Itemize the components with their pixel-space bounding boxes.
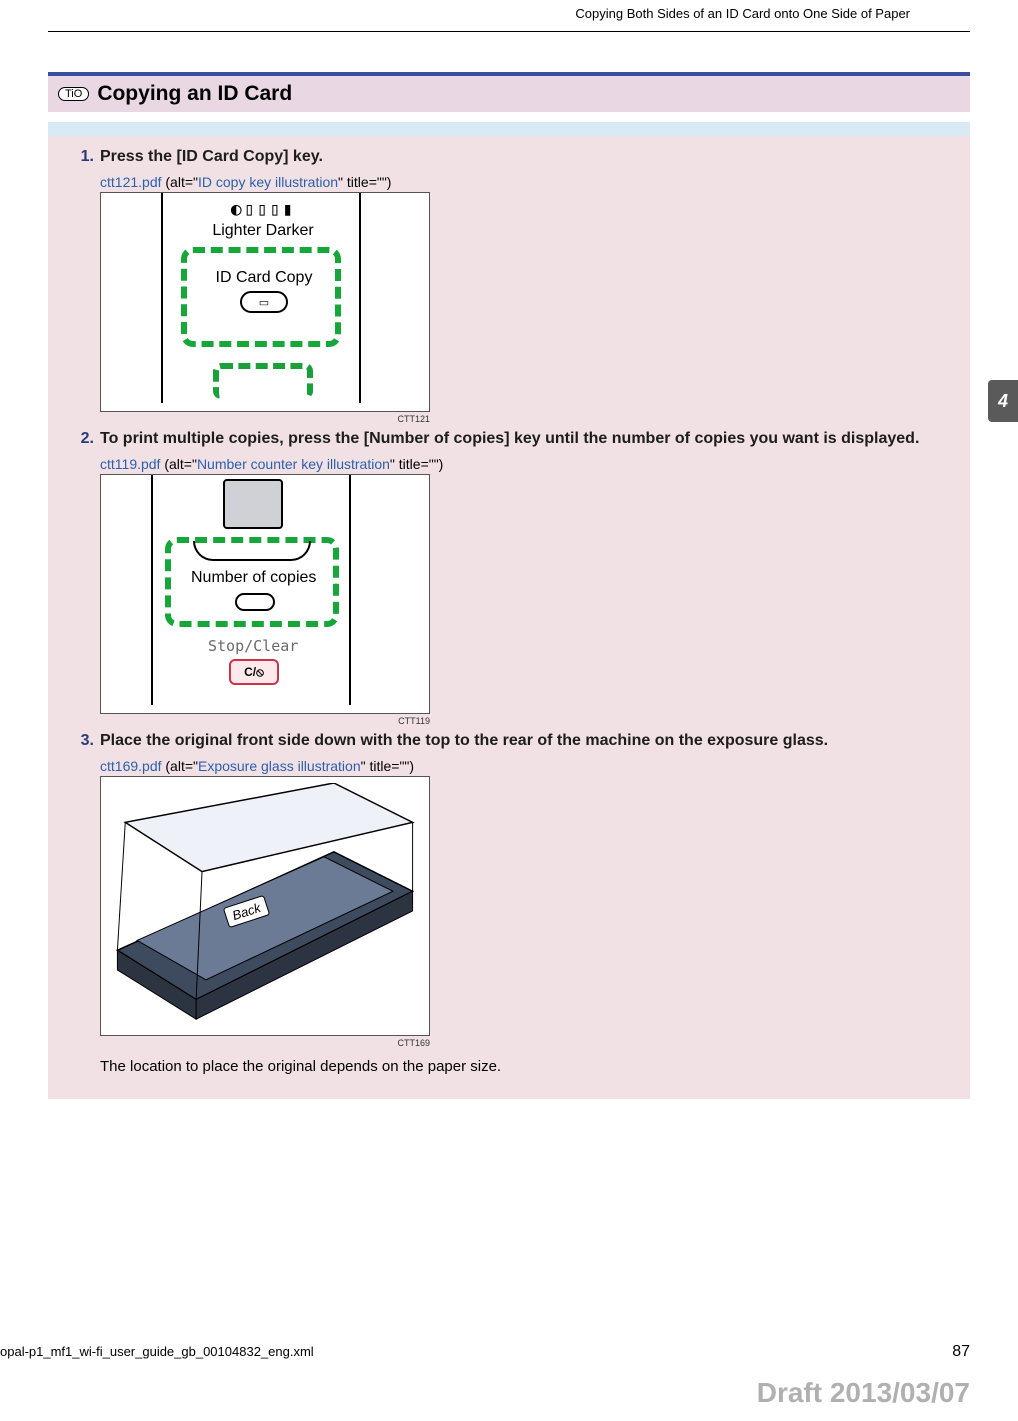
image-file-link[interactable]: ctt169.pdf bbox=[100, 758, 162, 774]
step-1: 1. Press the [ID Card Copy] key. ctt121.… bbox=[66, 148, 952, 424]
section-heading: TiO Copying an ID Card bbox=[48, 72, 970, 112]
display-screen-icon bbox=[223, 479, 283, 529]
stop-clear-label: Stop/Clear bbox=[208, 637, 298, 655]
content-area: TiO Copying an ID Card 1. Press the [ID … bbox=[0, 32, 1018, 1107]
illustration-number-of-copies: Number of copies Stop/Clear C/⦸ bbox=[100, 474, 430, 714]
partial-outline-icon bbox=[213, 363, 313, 399]
step-title: Place the original front side down with … bbox=[100, 732, 952, 750]
image-alt-text: Exposure glass illustration bbox=[198, 758, 361, 774]
separator-bar bbox=[48, 122, 970, 136]
draft-stamp: Draft 2013/03/07 bbox=[757, 1377, 970, 1409]
source-filename: opal-p1_mf1_wi-fi_user_guide_gb_00104832… bbox=[0, 1344, 314, 1359]
steps-block: 1. Press the [ID Card Copy] key. ctt121.… bbox=[48, 136, 970, 1099]
image-code: CTT121 bbox=[100, 414, 430, 424]
lighter-darker-label: Lighter Darker bbox=[173, 222, 353, 240]
image-code: CTT169 bbox=[100, 1038, 430, 1048]
step-title: Press the [ID Card Copy] key. bbox=[100, 148, 952, 166]
copies-button-icon bbox=[235, 593, 275, 611]
alt-suffix: " title="") bbox=[390, 456, 443, 472]
step-2: 2. To print multiple copies, press the [… bbox=[66, 430, 952, 726]
image-code: CTT119 bbox=[100, 716, 430, 726]
section-title: Copying an ID Card bbox=[97, 82, 292, 106]
step-3: 3. Place the original front side down wi… bbox=[66, 732, 952, 1075]
alt-suffix: " title="") bbox=[361, 758, 414, 774]
image-meta: ctt121.pdf (alt="ID copy key illustratio… bbox=[100, 174, 952, 190]
step-followup-text: The location to place the original depen… bbox=[100, 1058, 952, 1075]
id-card-copy-label: ID Card Copy bbox=[209, 269, 319, 287]
illustration-id-card-copy: ◐▯▯▯▮ Lighter Darker ID Card Copy ▭ bbox=[100, 192, 430, 412]
density-dots-icon: ◐▯▯▯▮ bbox=[173, 199, 353, 220]
breadcrumb: Copying Both Sides of an ID Card onto On… bbox=[575, 6, 910, 21]
page-header: Copying Both Sides of an ID Card onto On… bbox=[48, 0, 970, 32]
image-alt-text: ID copy key illustration bbox=[198, 174, 338, 190]
alt-prefix: (alt=" bbox=[160, 456, 196, 472]
page-number: 87 bbox=[952, 1343, 970, 1361]
page-footer: opal-p1_mf1_wi-fi_user_guide_gb_00104832… bbox=[0, 1343, 1018, 1361]
tio-pill: TiO bbox=[58, 87, 89, 101]
arc-icon bbox=[193, 541, 311, 561]
alt-suffix: " title="") bbox=[338, 174, 391, 190]
number-of-copies-label: Number of copies bbox=[191, 569, 316, 587]
alt-prefix: (alt=" bbox=[162, 174, 198, 190]
alt-prefix: (alt=" bbox=[162, 758, 198, 774]
step-number: 1. bbox=[66, 148, 94, 424]
image-alt-text: Number counter key illustration bbox=[197, 456, 390, 472]
illustration-exposure-glass: Back bbox=[100, 776, 430, 1036]
image-meta: ctt169.pdf (alt="Exposure glass illustra… bbox=[100, 758, 952, 774]
step-number: 2. bbox=[66, 430, 94, 726]
step-number: 3. bbox=[66, 732, 94, 1075]
id-card-copy-button-icon: ▭ bbox=[240, 291, 288, 313]
image-file-link[interactable]: ctt121.pdf bbox=[100, 174, 162, 190]
chapter-tab: 4 bbox=[988, 380, 1018, 422]
step-title: To print multiple copies, press the [Num… bbox=[100, 430, 952, 448]
stop-clear-button-icon: C/⦸ bbox=[229, 659, 279, 685]
image-file-link[interactable]: ctt119.pdf bbox=[100, 456, 160, 472]
image-meta: ctt119.pdf (alt="Number counter key illu… bbox=[100, 456, 952, 472]
